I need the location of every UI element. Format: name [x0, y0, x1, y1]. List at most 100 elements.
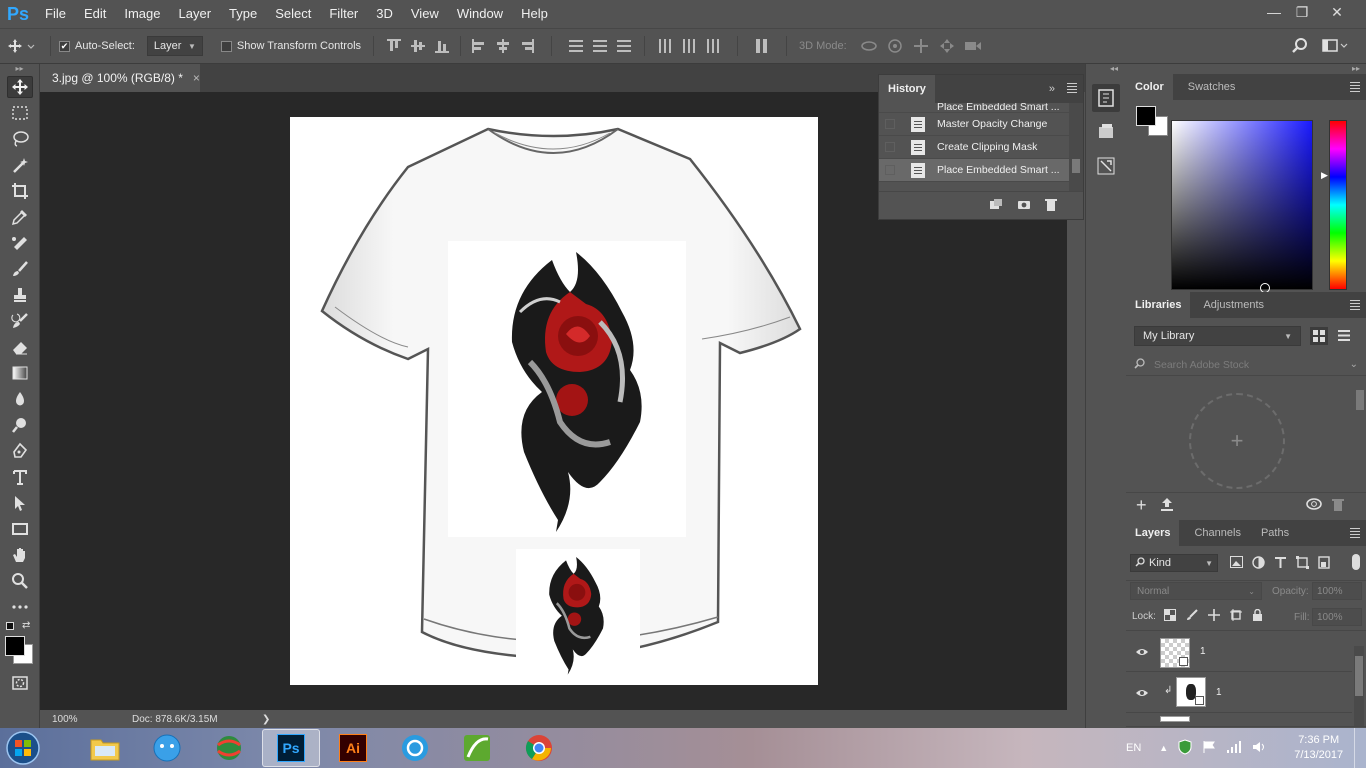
menu-edit[interactable]: Edit: [75, 0, 115, 28]
lock-artboard-icon[interactable]: [1230, 609, 1242, 624]
lock-transparency-icon[interactable]: [1164, 609, 1176, 624]
move-tool-preset-icon[interactable]: [0, 38, 44, 54]
opacity-field[interactable]: 100%: [1312, 582, 1362, 600]
search-icon[interactable]: [1290, 38, 1310, 54]
pen-tool[interactable]: [0, 438, 40, 464]
type-tool[interactable]: [0, 464, 40, 490]
marquee-tool[interactable]: [0, 100, 40, 126]
3d-roll-icon[interactable]: [885, 38, 905, 54]
align-top-icon[interactable]: [387, 39, 402, 53]
type-filter-icon[interactable]: [1274, 556, 1287, 572]
menu-select[interactable]: Select: [266, 0, 320, 28]
taskbar-coreldraw[interactable]: [448, 729, 506, 767]
fill-field[interactable]: 100%: [1312, 608, 1362, 626]
lasso-tool[interactable]: [0, 126, 40, 152]
tab-history[interactable]: History: [879, 75, 935, 103]
document-canvas[interactable]: [290, 117, 818, 685]
tab-color[interactable]: Color: [1126, 74, 1173, 100]
workspace-icon[interactable]: [1322, 39, 1348, 53]
menu-file[interactable]: File: [36, 0, 75, 28]
menu-window[interactable]: Window: [448, 0, 512, 28]
creative-cloud-icon[interactable]: [1306, 498, 1322, 513]
clock[interactable]: 7:36 PM 7/13/2017: [1294, 733, 1343, 763]
collapse-dock-icon[interactable]: ▸▸: [1126, 64, 1366, 74]
show-transform-checkbox[interactable]: [220, 40, 232, 52]
more-tools[interactable]: [0, 594, 40, 620]
menu-view[interactable]: View: [402, 0, 448, 28]
menu-image[interactable]: Image: [115, 0, 169, 28]
shape-filter-icon[interactable]: [1296, 556, 1309, 572]
layer-row[interactable]: ↲ 1: [1126, 673, 1352, 713]
panel-menu-icon[interactable]: [1350, 82, 1360, 94]
list-view-icon[interactable]: [1338, 330, 1350, 344]
auto-select-checkbox[interactable]: ✔: [59, 40, 70, 52]
close-tab-icon[interactable]: ×: [193, 71, 200, 85]
layer-row[interactable]: 1: [1126, 634, 1352, 672]
tab-channels[interactable]: Channels: [1185, 520, 1249, 546]
document-tab[interactable]: 3.jpg @ 100% (RGB/8) * ×: [40, 64, 200, 92]
trash-icon[interactable]: [1045, 198, 1057, 214]
foreground-color-box[interactable]: [1136, 106, 1156, 126]
distribute-hcenter-icon[interactable]: [682, 39, 696, 53]
hue-slider[interactable]: [1329, 120, 1347, 290]
upload-icon[interactable]: [1160, 497, 1174, 514]
smart-object-filter-icon[interactable]: [1318, 556, 1330, 572]
history-item[interactable]: Create Clipping Mask: [879, 136, 1083, 159]
panel-menu-icon[interactable]: [1350, 528, 1360, 540]
menu-layer[interactable]: Layer: [170, 0, 221, 28]
blur-tool[interactable]: [0, 386, 40, 412]
eye-icon[interactable]: [1135, 646, 1149, 660]
lock-position-icon[interactable]: [1208, 609, 1220, 624]
hue-slider-handle[interactable]: ▶: [1321, 170, 1328, 181]
brush-tool[interactable]: [0, 256, 40, 282]
layers-scrollbar[interactable]: [1354, 646, 1364, 726]
volume-icon[interactable]: [1252, 740, 1266, 757]
taskbar-illustrator[interactable]: Ai: [324, 729, 382, 767]
panel-menu-icon[interactable]: [1067, 83, 1077, 95]
eyedropper-tool[interactable]: [0, 204, 40, 230]
taskbar-sync-app[interactable]: [386, 729, 444, 767]
history-brush-tool[interactable]: [0, 308, 40, 334]
distribute-vcenter-icon[interactable]: [593, 39, 608, 53]
show-desktop-button[interactable]: [1354, 728, 1366, 768]
history-item[interactable]: Place Embedded Smart ...: [879, 103, 1083, 113]
menu-3d[interactable]: 3D: [367, 0, 402, 28]
security-shield-icon[interactable]: [1178, 738, 1192, 758]
swap-colors-icon[interactable]: ⇄: [22, 620, 30, 631]
language-indicator[interactable]: EN: [1126, 742, 1141, 754]
3d-rotate-icon[interactable]: [859, 39, 879, 53]
history-dock-button[interactable]: [1091, 84, 1120, 112]
auto-align-icon[interactable]: [755, 39, 769, 53]
close-button[interactable]: ✕: [1320, 0, 1354, 24]
network-icon[interactable]: [1226, 740, 1242, 757]
history-scrollbar[interactable]: [1069, 103, 1083, 191]
library-dropdown[interactable]: My Library ▼: [1134, 326, 1301, 346]
menu-filter[interactable]: Filter: [320, 0, 367, 28]
distribute-right-icon[interactable]: [706, 39, 720, 53]
auto-select-dropdown[interactable]: Layer ▼: [146, 36, 203, 56]
zoom-level[interactable]: 100%: [52, 714, 132, 725]
taskbar-explorer[interactable]: [76, 729, 134, 767]
expand-panels-icon[interactable]: ◂◂: [1086, 64, 1125, 78]
tab-swatches[interactable]: Swatches: [1179, 74, 1245, 100]
dodge-tool[interactable]: [0, 412, 40, 438]
distribute-left-icon[interactable]: [658, 39, 672, 53]
trash-icon[interactable]: [1332, 498, 1344, 514]
taskbar-photoshop[interactable]: Ps: [262, 729, 320, 767]
add-library-item-icon[interactable]: +: [1189, 393, 1285, 489]
default-colors-icon[interactable]: [6, 622, 14, 630]
tab-adjustments[interactable]: Adjustments: [1194, 292, 1273, 318]
history-item[interactable]: Master Opacity Change: [879, 113, 1083, 136]
quick-mask-tool[interactable]: [0, 670, 40, 696]
tab-layers[interactable]: Layers: [1126, 520, 1180, 546]
lock-pixels-icon[interactable]: [1186, 609, 1198, 624]
tab-paths[interactable]: Paths: [1252, 520, 1298, 546]
add-icon[interactable]: +: [1136, 495, 1147, 516]
move-tool[interactable]: [0, 74, 40, 100]
grid-view-icon[interactable]: [1310, 327, 1328, 345]
3d-scale-icon[interactable]: [963, 40, 983, 52]
3d-pan-icon[interactable]: [911, 38, 931, 54]
zoom-tool[interactable]: [0, 568, 40, 594]
tab-libraries[interactable]: Libraries: [1126, 292, 1191, 318]
tray-expand-icon[interactable]: ▲: [1159, 743, 1168, 753]
